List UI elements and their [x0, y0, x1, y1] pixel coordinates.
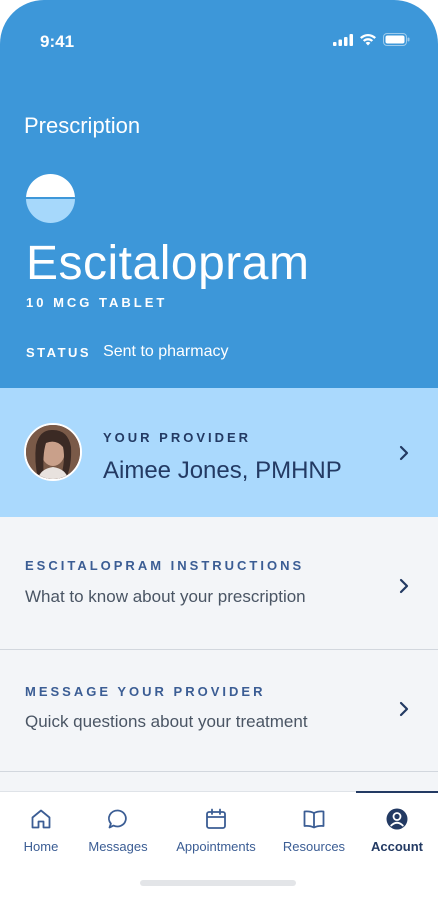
calendar-icon	[206, 808, 226, 829]
status-label: STATUS	[26, 344, 92, 360]
battery-icon	[383, 33, 410, 46]
home-icon	[31, 809, 51, 829]
instructions-row[interactable]: ESCITALOPRAM INSTRUCTIONS What to know a…	[0, 517, 438, 650]
tab-appointments-label: Appointments	[176, 839, 256, 854]
phone-screen: 9:41 Prescription Escitalopram 10 MCG TA…	[0, 0, 438, 897]
chevron-right-icon[interactable]	[398, 445, 410, 461]
tab-resources-label: Resources	[282, 839, 346, 854]
tab-resources[interactable]: Resources	[274, 792, 354, 862]
book-icon	[303, 810, 325, 829]
message-provider-subtitle: Quick questions about your treatment	[25, 712, 308, 731]
provider-label: YOUR PROVIDER	[103, 430, 252, 445]
prescription-label: Prescription	[24, 113, 141, 138]
tab-home-label: Home	[23, 839, 59, 854]
instructions-subtitle: What to know about your prescription	[25, 587, 306, 606]
chevron-right-icon[interactable]	[398, 578, 410, 594]
chat-bubble-icon	[108, 809, 127, 829]
provider-name: Aimee Jones, PMHNP	[103, 457, 342, 484]
drug-dose: 10 MCG TABLET	[26, 295, 168, 310]
instructions-title: ESCITALOPRAM INSTRUCTIONS	[25, 558, 305, 573]
prescription-status: STATUS Sent to pharmacy	[26, 343, 228, 361]
pill-icon	[26, 174, 75, 223]
status-time: 9:41	[40, 32, 75, 51]
message-provider-title: MESSAGE YOUR PROVIDER	[25, 684, 266, 699]
status-bar: 9:41	[0, 0, 438, 80]
cellular-signal-icon	[333, 33, 353, 46]
tab-account-label: Account	[371, 839, 423, 854]
account-icon	[386, 808, 408, 830]
status-icons	[333, 33, 410, 46]
tab-home[interactable]: Home	[0, 792, 82, 862]
chevron-right-icon[interactable]	[398, 701, 410, 717]
message-provider-row[interactable]: MESSAGE YOUR PROVIDER Quick questions ab…	[0, 650, 438, 772]
tab-messages[interactable]: Messages	[80, 792, 156, 862]
prescription-header: 9:41 Prescription Escitalopram 10 MCG TA…	[0, 0, 438, 388]
tab-appointments[interactable]: Appointments	[166, 792, 266, 862]
wifi-icon	[360, 33, 376, 46]
provider-avatar	[24, 423, 82, 481]
tab-messages-label: Messages	[88, 839, 148, 854]
status-value: Sent to pharmacy	[103, 343, 229, 360]
tab-account[interactable]: Account	[356, 792, 438, 862]
drug-name: Escitalopram	[26, 237, 310, 290]
home-indicator[interactable]	[140, 880, 296, 886]
